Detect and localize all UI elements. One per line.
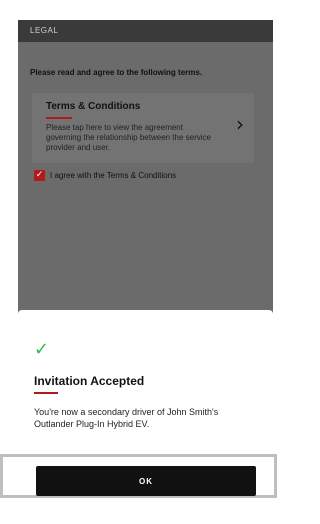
dialog-underline xyxy=(34,392,58,394)
dialog-message: You're now a secondary driver of John Sm… xyxy=(34,407,219,429)
intro-text: Please read and agree to the following t… xyxy=(30,68,203,77)
header-bar: LEGAL xyxy=(18,20,273,42)
terms-underline xyxy=(46,117,72,119)
check-icon: ✓ xyxy=(34,339,50,360)
ok-button[interactable]: OK xyxy=(36,466,256,496)
terms-description: Please tap here to view the agreement go… xyxy=(46,123,211,152)
legal-screen: LEGAL Please read and agree to the follo… xyxy=(18,20,273,524)
terms-title: Terms & Conditions xyxy=(46,101,141,112)
agree-row[interactable]: ✓ I agree with the Terms & Conditions xyxy=(34,168,176,182)
terms-conditions-card[interactable]: Terms & Conditions Please tap here to vi… xyxy=(32,93,254,163)
chevron-right-icon: › xyxy=(236,112,244,136)
agree-label: I agree with the Terms & Conditions xyxy=(50,170,177,180)
agree-checkbox[interactable]: ✓ xyxy=(34,169,45,181)
dialog-title: Invitation Accepted xyxy=(34,374,145,388)
header-title: LEGAL xyxy=(30,26,59,35)
